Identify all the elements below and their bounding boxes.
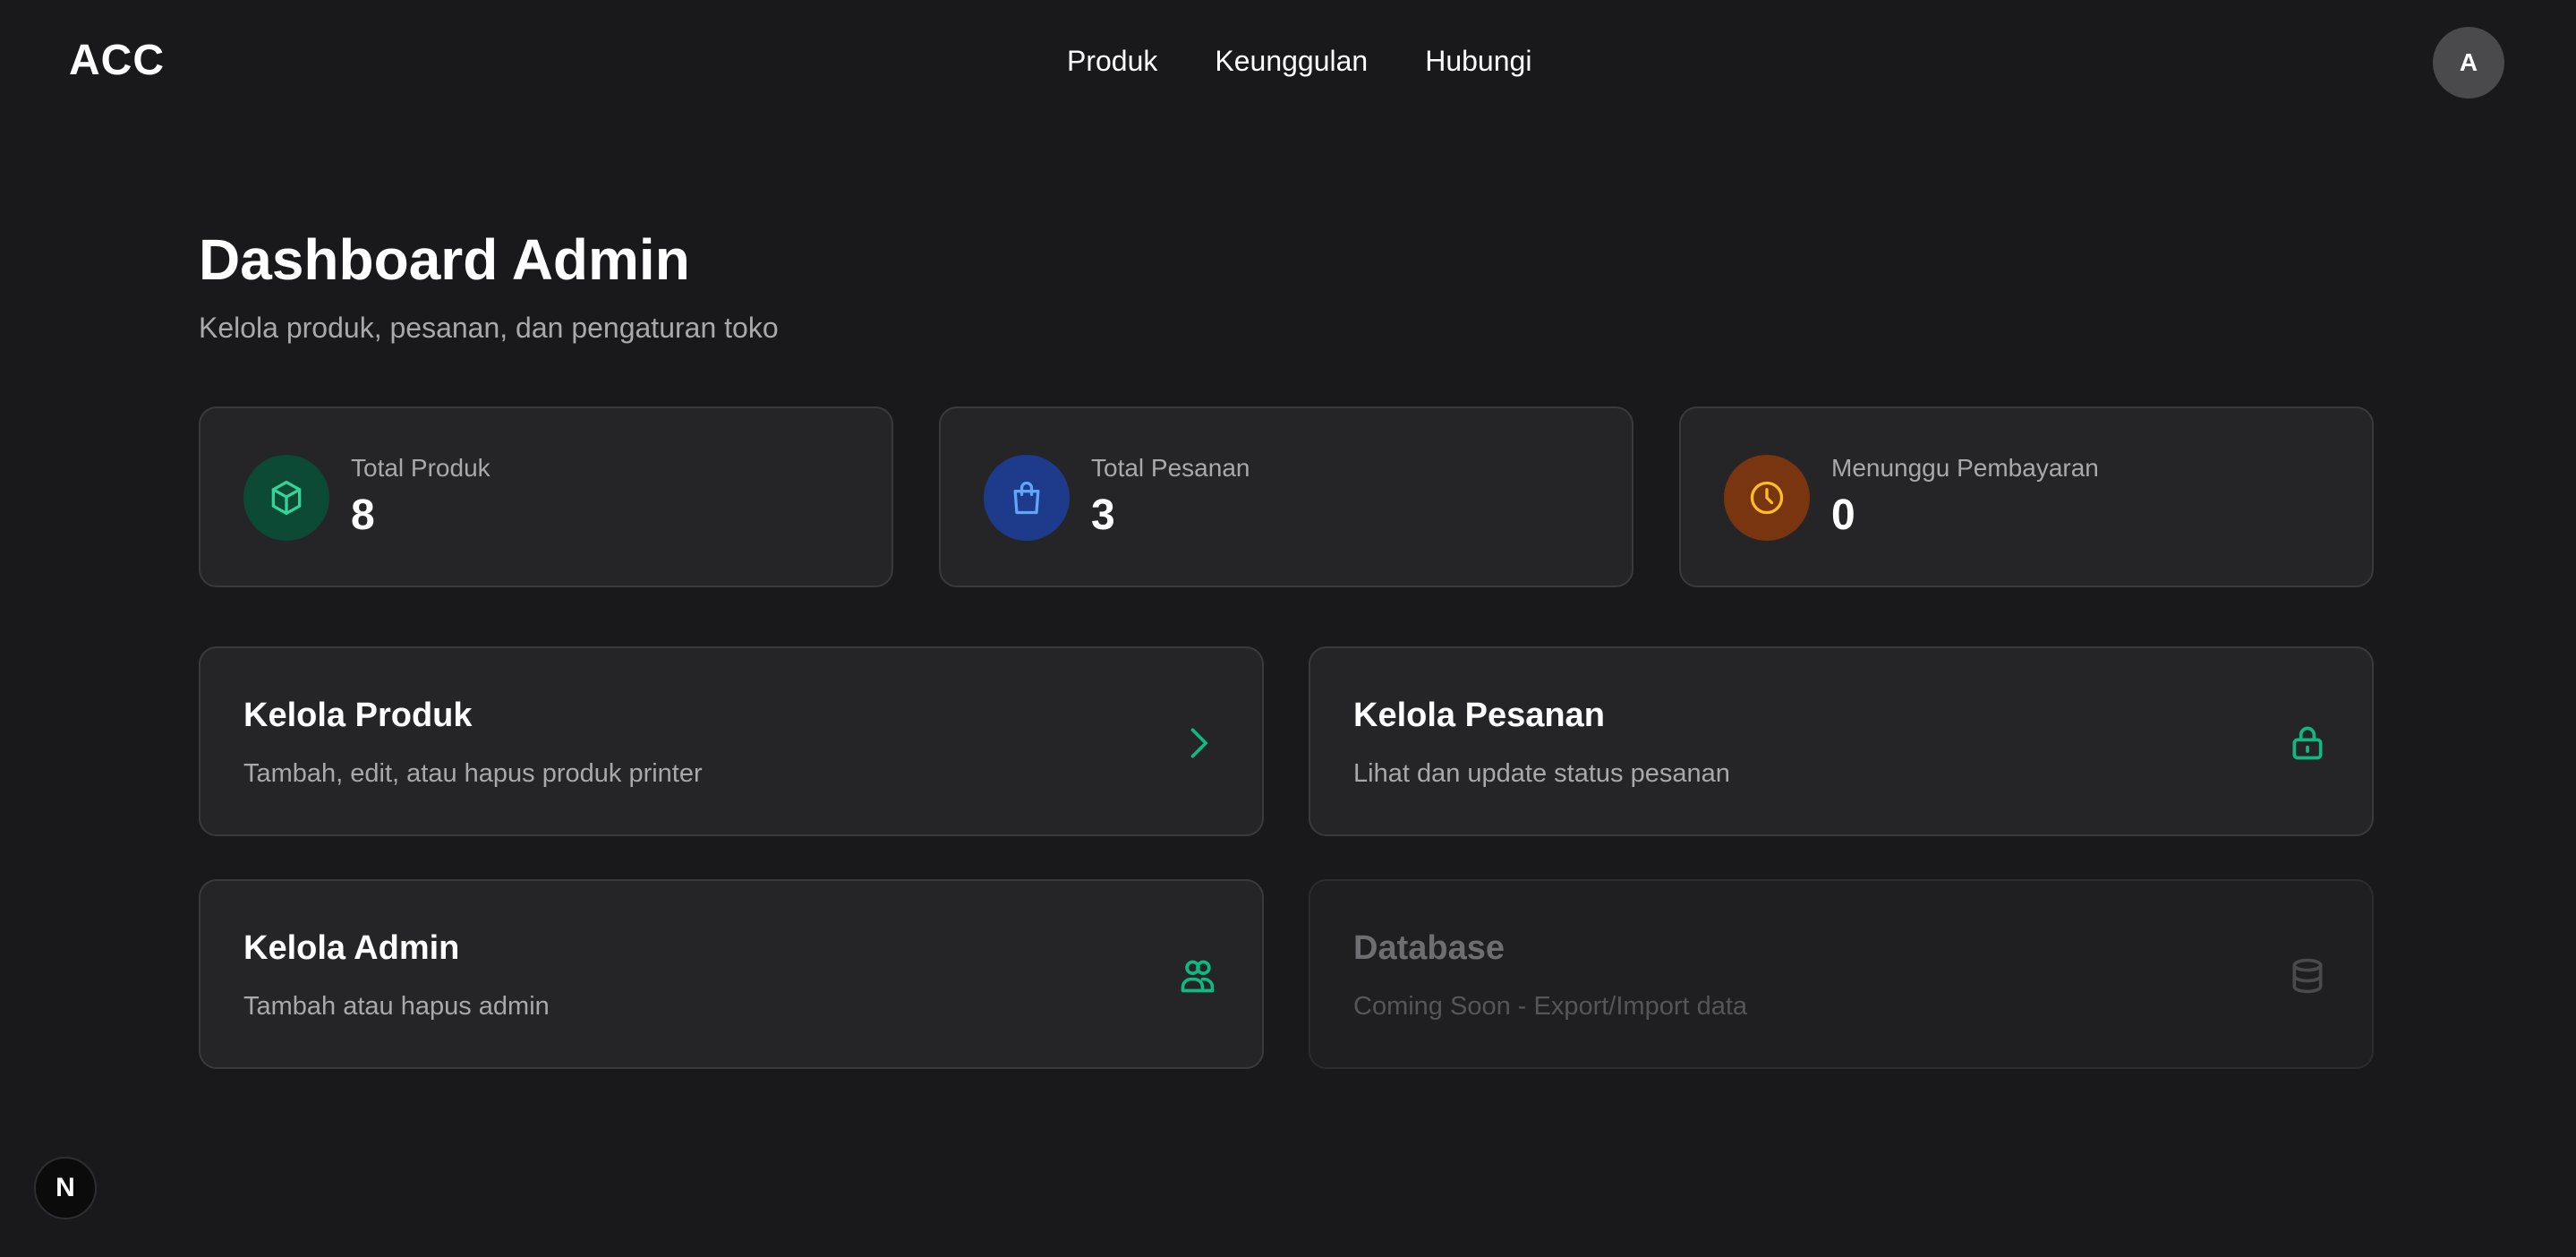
card-description: Tambah atau hapus admin — [243, 992, 550, 1021]
stat-card-menunggu-pembayaran: Menunggu Pembayaran 0 — [1679, 406, 2374, 587]
stat-label: Total Produk — [351, 454, 490, 482]
stat-card-total-pesanan: Total Pesanan 3 — [939, 406, 1633, 587]
shopping-bag-icon — [984, 455, 1070, 541]
card-title: Kelola Pesanan — [1353, 697, 1605, 734]
page: ACC Produk Keunggulan Hubungi A Dashboar… — [0, 0, 2576, 1257]
page-title: Dashboard Admin — [199, 227, 690, 292]
card-title: Kelola Produk — [243, 697, 473, 734]
card-description: Lihat dan update status pesanan — [1353, 759, 1730, 788]
stat-label: Menunggu Pembayaran — [1831, 454, 2099, 482]
stat-value: 3 — [1091, 492, 1115, 539]
chevron-right-icon — [1178, 723, 1217, 763]
database-card: Database Coming Soon - Export/Import dat… — [1309, 879, 2374, 1069]
stat-value: 8 — [351, 492, 375, 539]
lock-icon — [2288, 723, 2327, 763]
page-subtitle: Kelola produk, pesanan, dan pengaturan t… — [199, 312, 779, 344]
clock-icon — [1724, 455, 1810, 541]
nextjs-dev-badge[interactable]: N — [34, 1157, 97, 1219]
nav-link-keunggulan[interactable]: Keunggulan — [1215, 43, 1368, 79]
users-icon — [1178, 956, 1217, 996]
user-avatar[interactable]: A — [2433, 27, 2504, 98]
top-navbar: ACC Produk Keunggulan Hubungi A — [0, 0, 2576, 125]
card-description: Tambah, edit, atau hapus produk printer — [243, 759, 703, 788]
manage-admins-card[interactable]: Kelola Admin Tambah atau hapus admin — [199, 879, 1264, 1069]
manage-products-card[interactable]: Kelola Produk Tambah, edit, atau hapus p… — [199, 646, 1264, 836]
nav-link-produk[interactable]: Produk — [1067, 43, 1157, 79]
main-nav: Produk Keunggulan Hubungi — [1067, 43, 1531, 79]
card-title: Database — [1353, 929, 1505, 967]
stat-card-total-produk: Total Produk 8 — [199, 406, 893, 587]
database-icon — [2288, 956, 2327, 996]
stat-label: Total Pesanan — [1091, 454, 1250, 482]
stat-value: 0 — [1831, 492, 1855, 539]
card-description: Coming Soon - Export/Import data — [1353, 992, 1748, 1021]
cube-icon — [243, 455, 329, 541]
nav-link-hubungi[interactable]: Hubungi — [1425, 43, 1531, 79]
brand-logo[interactable]: ACC — [69, 36, 165, 86]
card-title: Kelola Admin — [243, 929, 460, 967]
manage-orders-card[interactable]: Kelola Pesanan Lihat dan update status p… — [1309, 646, 2374, 836]
